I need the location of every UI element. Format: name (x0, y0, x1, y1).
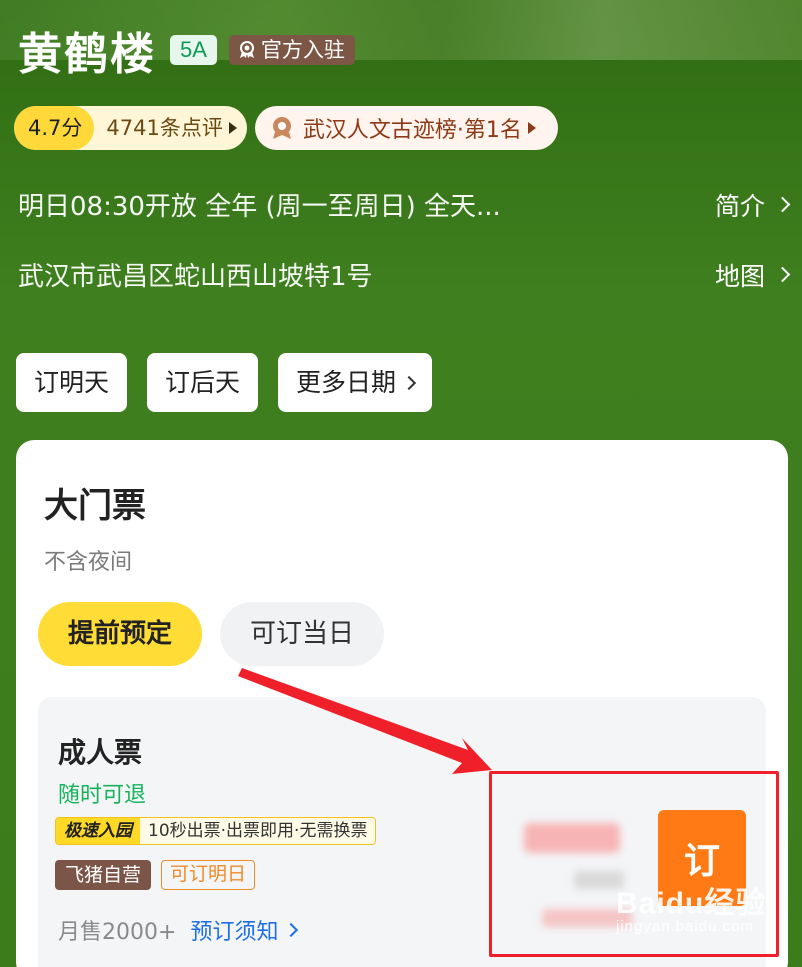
watermark: Baidu经验 jingyan.baidu.com (616, 878, 766, 935)
express-value: 10秒出票·出票即用·无需换票 (140, 818, 376, 844)
ticket-name: 成人票 (58, 736, 143, 769)
triangle-right-icon (527, 122, 536, 134)
monthly-sales: 月售2000+ (58, 920, 177, 945)
rating-row: 4.7分 4741条点评 武汉人文古迹榜·第1名 (14, 106, 558, 150)
book-day-after-button[interactable]: 订后天 (147, 353, 259, 412)
intro-link-label: 简介 (714, 191, 765, 221)
book-tomorrow-button[interactable]: 订明天 (16, 353, 128, 412)
ranking-pill[interactable]: 武汉人文古迹榜·第1名 (254, 106, 558, 150)
review-count: 4741条点评 (94, 106, 246, 150)
medal-icon (239, 41, 254, 58)
refund-policy: 随时可退 (58, 783, 147, 808)
opening-hours: 明日08:30开放 全年 (周一至周日) 全天... (18, 192, 501, 222)
rating-pill[interactable]: 4.7分 4741条点评 (14, 106, 247, 150)
card-subtitle: 不含夜间 (44, 550, 133, 575)
date-selector: 订明天 订后天 更多日期 (16, 353, 433, 412)
chevron-right-icon (774, 266, 791, 283)
title-row: 黄鹤楼 5A 官方入驻 (18, 18, 788, 82)
chevron-right-icon (774, 196, 791, 213)
more-dates-button[interactable]: 更多日期 (278, 353, 433, 412)
rating-score: 4.7分 (14, 106, 95, 150)
ranking-badge-icon (272, 117, 291, 139)
chevron-right-icon (284, 922, 299, 938)
card-title: 大门票 (44, 486, 146, 526)
map-link[interactable]: 地图 (714, 257, 791, 293)
address-row[interactable]: 武汉市武昌区蛇山西山坡特1号 地图 (18, 256, 791, 293)
review-count-label: 4741条点评 (106, 116, 223, 140)
official-badge: 官方入驻 (228, 35, 355, 65)
ticket-footer: 月售2000+ 预订须知 (58, 914, 299, 946)
chevron-right-icon (401, 375, 417, 390)
booking-notice-label: 预订须知 (190, 920, 279, 945)
watermark-main: Baidu经验 (616, 887, 767, 920)
tab-same-day[interactable]: 可订当日 (220, 602, 385, 666)
triangle-right-icon (228, 122, 237, 134)
ranking-label: 武汉人文古迹榜·第1名 (302, 118, 522, 143)
tab-advance-booking[interactable]: 提前预定 (38, 602, 203, 666)
bookable-tomorrow-tag: 可订明日 (161, 860, 256, 890)
more-dates-label: 更多日期 (296, 368, 397, 397)
express-label: 极速入园 (56, 818, 140, 844)
self-operated-tag: 飞猪自营 (55, 860, 152, 890)
express-entry-badge: 极速入园 10秒出票·出票即用·无需换票 (55, 817, 377, 845)
ticket-tags: 飞猪自营 可订明日 (55, 860, 256, 890)
watermark-sub: jingyan.baidu.com (616, 918, 754, 935)
scenic-header: 黄鹤楼 5A 官方入驻 4.7分 4741条点评 武汉人文古迹榜·第1名 明日0… (14, 18, 791, 292)
page-title: 黄鹤楼 (18, 29, 156, 80)
booking-mode-tabs: 提前预定 可订当日 (38, 602, 385, 666)
booking-notice-link[interactable]: 预订须知 (190, 914, 299, 946)
official-badge-label: 官方入驻 (260, 38, 345, 62)
map-link-label: 地图 (714, 261, 765, 291)
address-text: 武汉市武昌区蛇山西山坡特1号 (18, 262, 373, 292)
hours-row[interactable]: 明日08:30开放 全年 (周一至周日) 全天... 简介 (18, 186, 791, 223)
intro-link[interactable]: 简介 (714, 187, 791, 223)
grade-badge: 5A (170, 35, 217, 65)
